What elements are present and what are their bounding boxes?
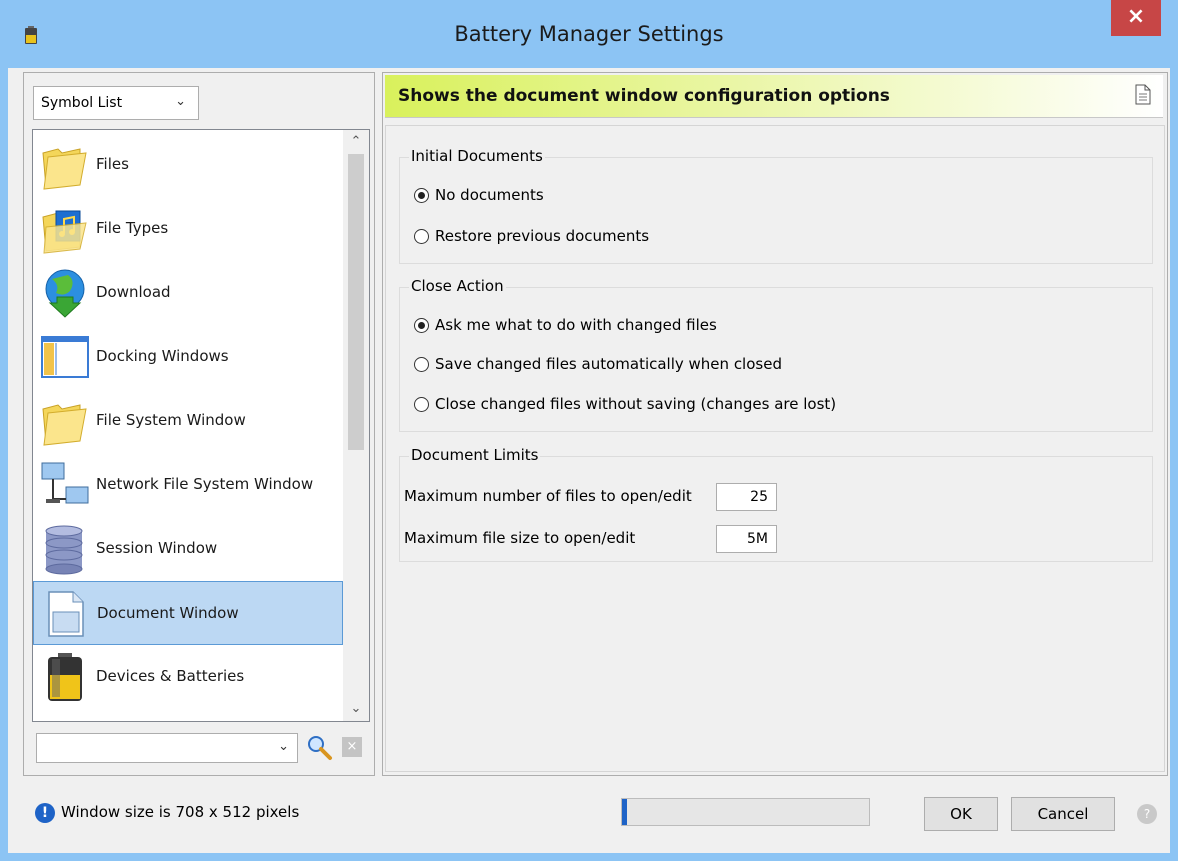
settings-window: Battery Manager Settings × Symbol List ⌄… <box>0 0 1178 861</box>
radio-label: Restore previous documents <box>435 227 650 245</box>
radio-label: Close changed files without saving (chan… <box>435 395 837 413</box>
scroll-up-arrow-icon[interactable]: ⌃ <box>343 130 369 154</box>
sidebar-item-download[interactable]: Download <box>33 261 343 325</box>
radio-unchecked-icon <box>414 357 429 372</box>
sidebar-item-label: File Types <box>96 219 169 237</box>
sidebar-item-label: Download <box>96 283 171 301</box>
scroll-down-arrow-icon[interactable]: ⌄ <box>343 697 369 721</box>
page-description-banner: Shows the document window configuration … <box>385 75 1163 118</box>
radio-unchecked-icon <box>414 229 429 244</box>
sidebar-item-label: Session Window <box>96 539 218 557</box>
group-title: Initial Documents <box>409 147 545 165</box>
sidebar-item-network-file-system-window[interactable]: Network File System Window <box>33 453 343 517</box>
sidebar-item-label: Docking Windows <box>96 347 229 365</box>
radio-label: No documents <box>435 186 544 204</box>
status-text: Window size is 708 x 512 pixels <box>61 803 300 821</box>
radio-label: Save changed files automatically when cl… <box>435 355 782 373</box>
battery-icon <box>48 653 82 701</box>
scroll-thumb[interactable] <box>348 154 364 450</box>
folder-icon <box>42 148 87 190</box>
sidebar-item-label: Network File System Window <box>96 475 314 493</box>
chevron-down-icon[interactable]: ⌄ <box>278 739 289 754</box>
sidebar-item-session-window[interactable]: Session Window <box>33 517 343 581</box>
initial-documents-group: Initial Documents No documents Restore p… <box>399 147 1153 264</box>
progress-bar <box>621 798 870 826</box>
ok-button[interactable]: OK <box>924 797 998 831</box>
window-title: Battery Manager Settings <box>454 22 724 46</box>
navigation-panel: Symbol List ⌄ Files File Types Download … <box>23 72 375 776</box>
globe-download-icon <box>45 269 85 318</box>
group-title: Close Action <box>409 277 506 295</box>
close-button[interactable]: × <box>1111 0 1161 36</box>
radio-label: Ask me what to do with changed files <box>435 316 717 334</box>
settings-page-panel: Shows the document window configuration … <box>382 72 1168 776</box>
sidebar-item-label: Devices & Batteries <box>96 667 245 685</box>
chevron-down-icon: ⌄ <box>175 94 186 109</box>
document-icon <box>1135 84 1151 105</box>
sidebar-item-document-window[interactable]: Document Window <box>33 581 343 645</box>
group-title: Document Limits <box>409 446 541 464</box>
view-mode-value: Symbol List <box>41 95 123 111</box>
clear-search-button[interactable]: × <box>342 737 362 757</box>
list-scrollbar[interactable]: ⌃ ⌄ <box>343 130 369 721</box>
progress-bar-fill <box>622 799 627 825</box>
search-icon[interactable] <box>305 733 333 761</box>
sidebar-item-files[interactable]: Files <box>33 133 343 197</box>
database-icon <box>45 525 83 575</box>
document-window-icon <box>48 591 84 637</box>
sidebar-item-file-types[interactable]: File Types <box>33 197 343 261</box>
sidebar-item-devices-batteries[interactable]: Devices & Batteries <box>33 645 343 709</box>
view-mode-select[interactable]: Symbol List ⌄ <box>33 86 199 120</box>
music-folder-icon <box>42 210 87 254</box>
radio-checked-icon <box>414 188 429 203</box>
help-button[interactable]: ? <box>1137 804 1157 824</box>
max-file-size-label: Maximum file size to open/edit <box>404 529 636 547</box>
title-bar[interactable]: Battery Manager Settings × <box>0 0 1178 68</box>
max-file-size-input[interactable]: 5M <box>716 525 777 553</box>
sidebar-item-file-system-window[interactable]: File System Window <box>33 389 343 453</box>
radio-checked-icon <box>414 318 429 333</box>
sidebar-item-label: Files <box>96 155 129 173</box>
network-computers-icon <box>41 462 89 504</box>
cancel-button[interactable]: Cancel <box>1011 797 1115 831</box>
search-input[interactable]: ⌄ <box>36 733 298 763</box>
folder-icon <box>42 404 87 446</box>
page-description: Shows the document window configuration … <box>398 86 890 106</box>
sidebar-item-docking-windows[interactable]: Docking Windows <box>33 325 343 389</box>
info-icon: ! <box>35 803 55 823</box>
radio-unchecked-icon <box>414 397 429 412</box>
sidebar-item-label: File System Window <box>96 411 246 429</box>
settings-category-list[interactable]: Files File Types Download Docking Window… <box>32 129 370 722</box>
max-files-label: Maximum number of files to open/edit <box>404 487 692 505</box>
close-action-group: Close Action Ask me what to do with chan… <box>399 277 1153 432</box>
sidebar-item-label: Document Window <box>97 604 239 622</box>
settings-content: Initial Documents No documents Restore p… <box>385 125 1165 772</box>
docking-window-icon <box>41 336 89 378</box>
max-files-input[interactable]: 25 <box>716 483 777 511</box>
document-limits-group: Document Limits Maximum number of files … <box>399 446 1153 562</box>
